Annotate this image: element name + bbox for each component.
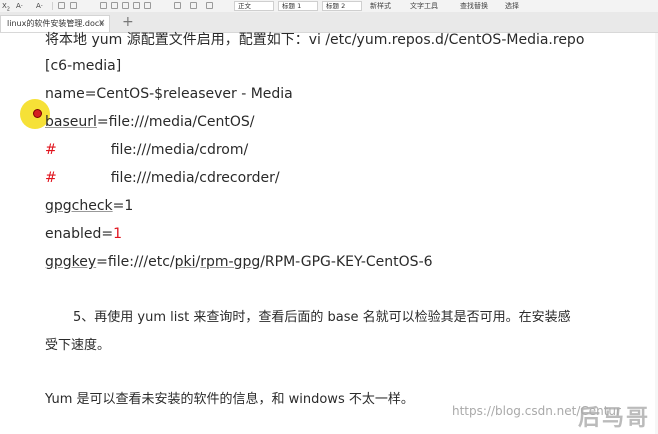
comment-hash: # xyxy=(45,142,57,158)
line-spacing-icon[interactable] xyxy=(174,2,181,9)
gpgkey-pki: pki xyxy=(174,254,196,270)
toolbar-divider xyxy=(52,2,53,10)
baseurl-value: =file:///media/CentOS/ xyxy=(96,114,255,130)
justify-icon[interactable] xyxy=(133,2,140,9)
align-right-icon[interactable] xyxy=(122,2,129,9)
gpgcheck-line: gpgcheck=1 xyxy=(45,197,133,215)
gpgkey-line: gpgkey=file:///etc/pki/rpm-gpg/RPM-GPG-K… xyxy=(45,253,433,271)
list-icon[interactable] xyxy=(58,2,65,9)
align-left-icon[interactable] xyxy=(100,2,107,9)
select-button[interactable]: 选择 xyxy=(505,0,519,12)
step5-line-1: 5、再使用 yum list 来查询时，查看后面的 base 名就可以检验其是否… xyxy=(73,310,571,325)
document-tab[interactable]: linux的软件安装管理.docx × xyxy=(0,15,110,32)
document-tab-strip: linux的软件安装管理.docx × + xyxy=(0,12,658,33)
config-intro-line: 将本地 yum 源配置文件启用，配置如下：vi /etc/yum.repos.d… xyxy=(45,32,585,48)
baseurl-line: baseurl=file:///media/CentOS/ xyxy=(45,113,255,131)
comment-line-2: # file:///media/cdrecorder/ xyxy=(45,169,280,187)
comment-hash: # xyxy=(45,170,57,186)
enabled-value: 1 xyxy=(113,226,122,242)
subscript-button[interactable]: X2 xyxy=(2,0,10,12)
comment-value: file:///media/cdrecorder/ xyxy=(110,170,280,186)
distribute-icon[interactable] xyxy=(144,2,151,9)
document-tab-label: linux的软件安装管理.docx xyxy=(7,19,104,28)
style-heading-2[interactable]: 标题 2 xyxy=(322,1,362,11)
style-heading-1[interactable]: 标题 1 xyxy=(278,1,318,11)
add-tab-icon[interactable]: + xyxy=(122,13,134,31)
gpgkey-end: /RPM-GPG-KEY-CentOS-6 xyxy=(260,254,433,270)
text-tools-button[interactable]: 文字工具 xyxy=(410,0,438,12)
brand-logo: 后马哥 xyxy=(578,406,651,431)
gpgkey-mid: =file:///etc/ xyxy=(96,254,175,270)
gpgkey-key: gpgkey xyxy=(45,254,97,270)
enabled-key: enabled= xyxy=(45,226,114,242)
gpgcheck-value: =1 xyxy=(112,198,134,214)
step5-line-2: 受下速度。 xyxy=(45,338,111,353)
align-center-icon[interactable] xyxy=(111,2,118,9)
baseurl-key: baseurl xyxy=(45,114,97,130)
gpgkey-rpm: rpm-gpg xyxy=(200,254,261,270)
numbered-list-icon[interactable] xyxy=(70,2,77,9)
name-text: name=CentOS-$releasever - Media xyxy=(45,86,293,102)
shading-icon[interactable] xyxy=(190,2,197,9)
highlight-button[interactable]: A· xyxy=(36,0,43,12)
mouse-cursor-icon xyxy=(33,109,42,118)
repo-section-line: [c6-media] xyxy=(45,58,122,74)
name-line: name=CentOS-$releasever - Media xyxy=(45,85,293,103)
enabled-line: enabled=1 xyxy=(45,225,122,243)
find-replace-button[interactable]: 查找替换 xyxy=(460,0,488,12)
comment-value: file:///media/cdrom/ xyxy=(110,142,249,158)
font-color-button[interactable]: A· xyxy=(16,0,23,12)
comment-line-1: # file:///media/cdrom/ xyxy=(45,141,248,159)
yum-note: Yum 是可以查看未安装的软件的信息，和 windows 不太一样。 xyxy=(45,392,414,407)
gpgcheck-key: gpgcheck xyxy=(45,198,113,214)
style-normal[interactable]: 正文 xyxy=(234,1,274,11)
border-icon[interactable] xyxy=(206,2,213,9)
new-style-button[interactable]: 新样式 xyxy=(370,0,391,12)
close-icon[interactable]: × xyxy=(98,16,106,31)
